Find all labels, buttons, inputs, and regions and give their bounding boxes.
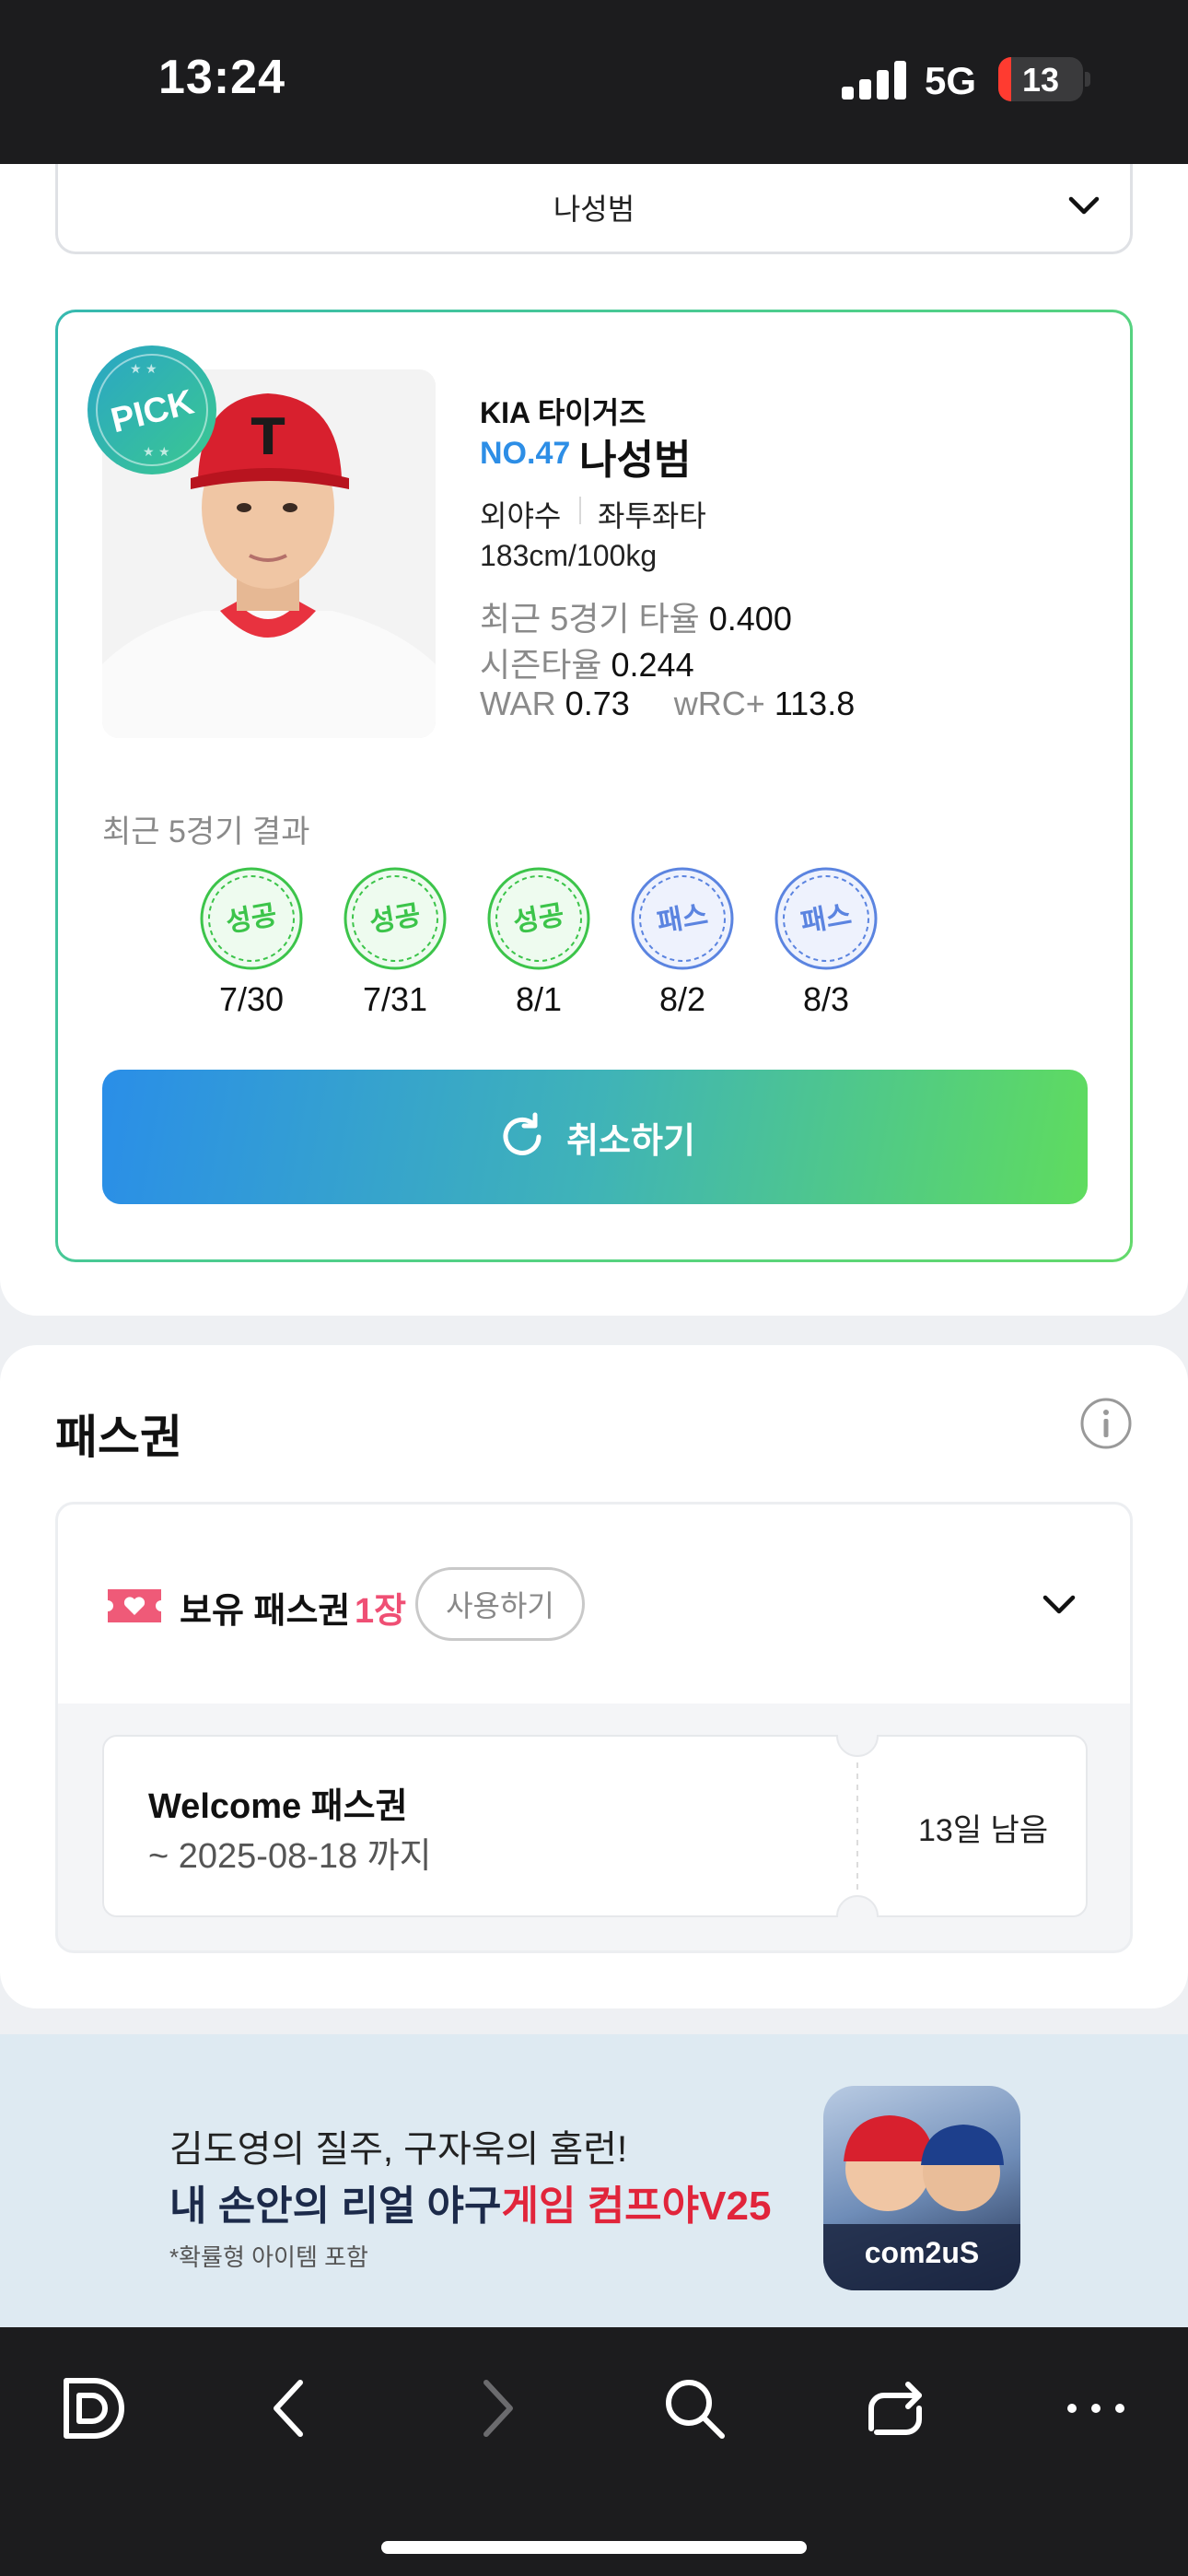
ad-subheadline-prefix: 내 손안의 리얼 야구 xyxy=(169,2184,502,2229)
pick-section: 나성범 T PICK ★ ★ ★ ★ KIA 타이거즈 NO.47 나성범 외야… xyxy=(0,164,1188,1316)
ad-subheadline-highlight: 게임 컴프야V25 xyxy=(501,2184,772,2229)
chevron-down-icon xyxy=(1068,196,1100,215)
status-bar: 13:24 5G 13 xyxy=(0,0,1188,164)
result-date: 7/31 xyxy=(362,980,428,1018)
ad-banner[interactable]: 김도영의 질주, 구자욱의 홈런! 내 손안의 리얼 야구게임 컴프야V25 *… xyxy=(0,2034,1188,2327)
cancel-button[interactable]: 취소하기 xyxy=(102,1070,1088,1204)
battery-tip xyxy=(1085,72,1090,87)
home-indicator[interactable] xyxy=(381,2541,807,2554)
divider xyxy=(579,497,581,524)
player-position: 외야수 xyxy=(480,499,562,533)
status-time: 13:24 xyxy=(158,51,285,104)
use-pass-button[interactable]: 사용하기 xyxy=(415,1567,585,1641)
result-item: 성공 7/31 xyxy=(340,865,450,1019)
stat-war-label: WAR xyxy=(480,685,556,722)
daum-icon[interactable] xyxy=(57,2371,131,2445)
player-bats: 좌투좌타 xyxy=(598,499,706,533)
stat-season-label: 시즌타율 xyxy=(480,646,602,684)
search-icon[interactable] xyxy=(658,2371,731,2445)
coupon-expiry: ~ 2025-08-18 까지 xyxy=(148,1837,432,1876)
stat-season-value: 0.244 xyxy=(611,646,694,684)
player-name: 나성범 xyxy=(579,438,692,483)
coupon-title: Welcome 패스권 xyxy=(148,1787,408,1826)
stat-war-value: 0.73 xyxy=(565,685,630,722)
share-icon[interactable] xyxy=(858,2371,932,2445)
battery-icon: 13 xyxy=(998,57,1083,101)
ad-note: *확률형 아이템 포함 xyxy=(169,2243,368,2271)
pass-box: 보유 패스권 1장 사용하기 Welcome 패스권 ~ 2025-08-18 … xyxy=(55,1502,1133,1953)
result-stamp: 성공 xyxy=(487,867,590,970)
info-icon[interactable] xyxy=(1079,1397,1133,1450)
svg-text:★ ★: ★ ★ xyxy=(143,445,170,460)
result-date: 8/1 xyxy=(515,980,563,1018)
coupon-remaining: 13일 남음 xyxy=(918,1813,1049,1848)
signal-icon xyxy=(842,59,906,100)
player-number: NO.47 xyxy=(480,436,571,471)
more-icon[interactable] xyxy=(1059,2371,1133,2445)
ad-brand: com2uS xyxy=(864,2236,980,2269)
chevron-down-icon[interactable] xyxy=(1034,1580,1084,1630)
owned-pass-count: 1장 xyxy=(355,1592,407,1631)
result-item: 패스 8/3 xyxy=(771,865,881,1019)
stat-recent5: 최근 5경기 타율 0.400 xyxy=(480,592,792,640)
stat-wrc-label: wRC+ xyxy=(673,685,765,722)
result-date: 8/2 xyxy=(658,980,706,1018)
result-stamp: 성공 xyxy=(200,867,303,970)
pass-header[interactable]: 보유 패스권 1장 사용하기 xyxy=(58,1505,1130,1704)
result-item: 성공 7/30 xyxy=(196,865,307,1019)
result-date: 7/30 xyxy=(218,980,285,1018)
ticket-icon xyxy=(108,1589,161,1622)
recent-results-title: 최근 5경기 결과 xyxy=(102,814,310,849)
ad-headline: 김도영의 질주, 구자욱의 홈런! xyxy=(169,2129,628,2170)
player-size: 183cm/100kg xyxy=(480,539,658,572)
result-item: 패스 8/2 xyxy=(627,865,738,1019)
forward-icon[interactable] xyxy=(459,2371,532,2445)
svg-text:T: T xyxy=(251,408,285,466)
stat-recent5-label: 최근 5경기 타율 xyxy=(480,600,700,638)
player-select-dropdown[interactable]: 나성범 xyxy=(55,164,1133,254)
result-stamp: 패스 xyxy=(775,867,878,970)
back-icon[interactable] xyxy=(254,2371,328,2445)
stat-season: 시즌타율 0.244 xyxy=(480,638,694,686)
player-select-value: 나성범 xyxy=(553,193,635,226)
game-app-icon[interactable]: com2uS xyxy=(823,2086,1020,2290)
recent-results: 성공 7/30 성공 7/31 성공 8/1 패스 8/2 패스 8/3 xyxy=(58,865,1136,1031)
network-label: 5G xyxy=(925,59,977,102)
stat-wrc-value: 113.8 xyxy=(774,685,856,722)
pass-section-title: 패스권 xyxy=(55,1411,182,1463)
battery-level: 13 xyxy=(1021,61,1060,99)
stat-recent5-value: 0.400 xyxy=(708,600,792,638)
pick-badge: PICK ★ ★ ★ ★ xyxy=(87,345,216,474)
ad-subheadline: 내 손안의 리얼 야구게임 컴프야V25 xyxy=(169,2172,771,2231)
result-stamp: 패스 xyxy=(631,867,734,970)
cancel-button-label: 취소하기 xyxy=(566,1121,695,1161)
result-date: 8/3 xyxy=(802,980,850,1018)
result-stamp: 성공 xyxy=(344,867,447,970)
owned-pass-label: 보유 패스권 xyxy=(180,1592,351,1631)
refresh-icon xyxy=(503,1112,542,1155)
result-item: 성공 8/1 xyxy=(483,865,594,1019)
pass-section: 패스권 보유 패스권 1장 사용하기 Welcome 패스권 ~ 2025-08… xyxy=(0,1345,1188,2008)
stat-war-wrc: WAR 0.73 wRC+ 113.8 xyxy=(480,685,855,723)
browser-toolbar xyxy=(0,2327,1188,2576)
player-card: T PICK ★ ★ ★ ★ KIA 타이거즈 NO.47 나성범 외야수 좌투… xyxy=(55,310,1133,1262)
svg-text:★ ★: ★ ★ xyxy=(130,362,157,377)
pass-coupon[interactable]: Welcome 패스권 ~ 2025-08-18 까지 13일 남음 xyxy=(102,1735,1088,1917)
